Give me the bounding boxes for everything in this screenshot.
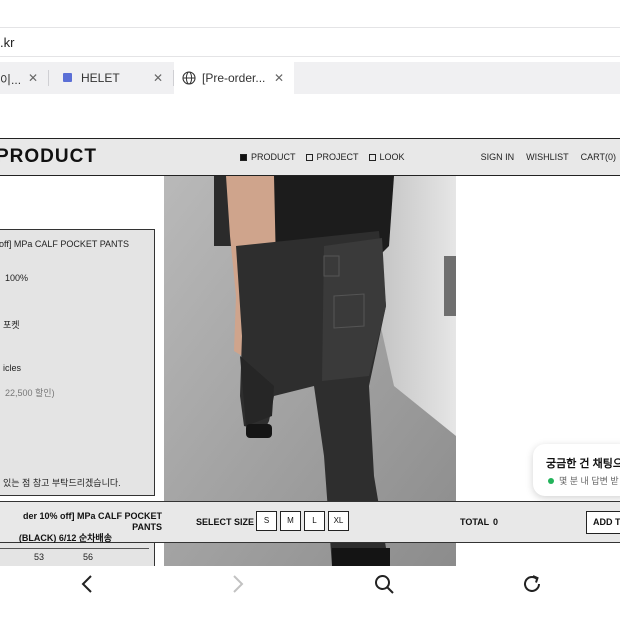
- chevron-right-icon[interactable]: [225, 572, 249, 596]
- chat-title: 궁금한 건 채팅으: [546, 458, 620, 470]
- chat-status: 몇 분 내 답변 받: [548, 474, 619, 487]
- web-page: PRODUCT PRODUCT PROJECT LOOK SIGN IN WIS…: [0, 94, 620, 566]
- status-strip: [0, 0, 620, 26]
- info-notice: 있는 점 참고 부탁드리겠습니다.: [3, 478, 121, 488]
- close-icon[interactable]: ✕: [151, 71, 165, 85]
- tab-2[interactable]: HELET ✕: [49, 62, 173, 94]
- size-button-m[interactable]: M: [280, 511, 301, 531]
- info-detail: 포켓: [3, 320, 20, 330]
- tab-3-active[interactable]: [Pre-order... ✕: [174, 62, 294, 94]
- page-icon: [63, 73, 72, 82]
- chevron-left-icon[interactable]: [76, 572, 100, 596]
- wishlist-link[interactable]: WISHLIST: [526, 152, 569, 162]
- product-info-panel: off] MPa CALF POCKET PANTS 100% 포켓 icles…: [0, 229, 155, 496]
- address-bar[interactable]: .kr: [0, 27, 620, 57]
- nav-label: LOOK: [379, 152, 405, 162]
- nav-item-project[interactable]: PROJECT: [305, 152, 359, 162]
- nav-label: PRODUCT: [251, 152, 296, 162]
- size-button-xl[interactable]: XL: [328, 511, 349, 531]
- total-label: TOTAL: [460, 517, 490, 527]
- tab-title: 이...: [0, 73, 22, 87]
- cart-link[interactable]: CART(0): [581, 152, 616, 162]
- site-header: PRODUCT PRODUCT PROJECT LOOK SIGN IN WIS…: [0, 138, 620, 176]
- info-product-title: off] MPa CALF POCKET PANTS: [0, 239, 130, 249]
- chat-widget[interactable]: 궁금한 건 채팅으 몇 분 내 답변 받: [533, 444, 620, 496]
- divider: [0, 548, 149, 549]
- search-icon[interactable]: [372, 572, 396, 596]
- size-table-cell: 53: [34, 552, 45, 562]
- product-name-line: der 10% off] MPa CALF POCKET PANTS: [22, 511, 162, 532]
- close-icon[interactable]: ✕: [272, 71, 286, 85]
- checkbox-icon: [368, 153, 376, 161]
- info-detail: icles: [3, 363, 22, 373]
- info-material: 100%: [5, 273, 29, 283]
- purchase-product-name: der 10% off] MPa CALF POCKET PANTS (BLAC…: [0, 511, 162, 544]
- tab-title: [Pre-order...: [202, 71, 266, 85]
- checkbox-icon: [240, 153, 247, 161]
- select-size-label: SELECT SIZE: [196, 517, 255, 527]
- tab-1[interactable]: 이... ✕: [0, 62, 48, 94]
- sign-in-link[interactable]: SIGN IN: [481, 152, 515, 162]
- info-discount: 22,500 할인): [5, 388, 55, 398]
- home-indicator-area: [0, 600, 620, 620]
- main-nav: PRODUCT PROJECT LOOK: [240, 152, 405, 162]
- utility-nav: SIGN IN WISHLIST CART(0): [481, 152, 616, 162]
- reload-icon[interactable]: [520, 572, 544, 596]
- size-button-l[interactable]: L: [304, 511, 325, 531]
- tab-bar: 이... ✕ HELET ✕ [Pre-order... ✕: [0, 62, 620, 94]
- browser-toolbar: [0, 566, 620, 600]
- site-logo[interactable]: PRODUCT: [0, 146, 97, 168]
- url-text[interactable]: .kr: [0, 35, 14, 50]
- chat-status-text: 몇 분 내 답변 받: [559, 476, 619, 486]
- add-to-cart-button[interactable]: ADD T: [586, 511, 620, 534]
- online-dot-icon: [548, 477, 554, 484]
- close-icon[interactable]: ✕: [26, 71, 40, 85]
- checkbox-icon: [305, 153, 313, 161]
- size-table-cell: 56: [83, 552, 94, 562]
- size-button-s[interactable]: S: [256, 511, 277, 531]
- nav-label: PROJECT: [316, 152, 359, 162]
- tab-title: HELET: [81, 71, 120, 85]
- globe-icon: [182, 71, 196, 85]
- size-table-partial: 53 56: [0, 543, 155, 566]
- total-value: 0: [493, 517, 499, 527]
- nav-item-look[interactable]: LOOK: [368, 152, 405, 162]
- nav-item-product[interactable]: PRODUCT: [240, 152, 296, 162]
- purchase-bar: der 10% off] MPa CALF POCKET PANTS (BLAC…: [0, 501, 620, 543]
